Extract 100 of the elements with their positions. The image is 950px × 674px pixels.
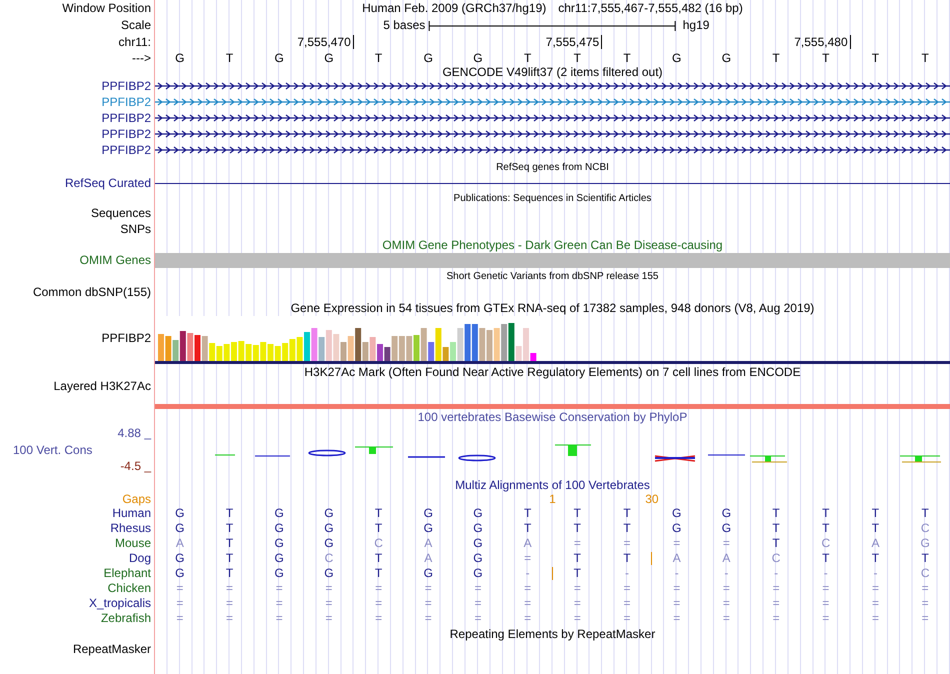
base-letter: =: [673, 582, 680, 595]
base-letter: =: [673, 597, 680, 610]
base-letter: =: [524, 612, 532, 625]
base-letter: =: [922, 612, 929, 625]
base-letter: G: [175, 567, 185, 580]
base-letter: T: [772, 537, 780, 550]
base-letter: =: [574, 537, 581, 550]
base-letter: G: [722, 522, 732, 535]
base-letter: T: [822, 552, 830, 565]
base-letter: G: [324, 522, 334, 535]
base-letter: =: [624, 612, 631, 625]
base-letter: -: [724, 567, 728, 580]
assembly-name: Human Feb. 2009 (GRCh37/hg19): [362, 2, 546, 15]
base-letter: T: [623, 522, 631, 535]
base-letter: G: [324, 537, 334, 550]
base-letter: G: [274, 522, 284, 535]
track-label: chr11:: [118, 36, 151, 48]
base-letter: =: [524, 582, 532, 595]
track-label: 100 Vert. Cons: [12, 444, 92, 456]
base-letter: =: [176, 597, 184, 610]
assembly-label: hg19: [682, 19, 710, 32]
base-letter: G: [424, 567, 433, 580]
track-title: Repeating Elements by RepeatMasker: [450, 628, 656, 640]
base-letter: =: [325, 612, 332, 625]
base-letter: C: [374, 537, 383, 550]
base-letter: G: [920, 537, 930, 550]
base-letter: =: [474, 597, 482, 610]
track-label: Layered H3K27Ac: [54, 380, 151, 393]
base-letter: -: [774, 567, 778, 580]
base-letter: =: [722, 612, 730, 625]
base-letter: =: [325, 597, 332, 610]
base-letter: G: [424, 507, 433, 520]
base-letter: T: [921, 507, 929, 520]
base-letter: T: [574, 552, 582, 565]
base-letter: T: [872, 507, 880, 520]
base-letter: C: [920, 567, 930, 580]
base-letter: G: [473, 567, 483, 580]
strand-label: --->: [132, 52, 151, 64]
track-title: Publications: Sequences in Scientific Articles: [454, 192, 652, 204]
base-letter: T: [374, 522, 382, 535]
gene-label: PPFIBP2: [102, 144, 151, 156]
base-letter: =: [276, 597, 283, 610]
track-title: GENCODE V49lift37 (2 items filtered out): [442, 66, 663, 78]
base-letter: =: [424, 582, 432, 595]
base-letter: =: [822, 612, 830, 625]
species-label: Dog: [128, 552, 151, 565]
track-label: RepeatMasker: [72, 643, 151, 656]
track-label: Window Position: [62, 2, 151, 15]
base-letter: A: [871, 537, 880, 550]
base-letter: T: [921, 552, 929, 565]
base-letter: =: [226, 597, 234, 610]
base-letter: =: [624, 582, 631, 595]
base-letter: G: [672, 522, 682, 535]
track-label: Scale: [120, 19, 151, 32]
base-letter: =: [722, 537, 730, 550]
base-letter: =: [722, 597, 730, 610]
base-letter: T: [574, 52, 582, 64]
base-letter: -: [674, 567, 679, 580]
species-label: Human: [112, 507, 151, 520]
base-letter: T: [524, 522, 532, 535]
species-label: Elephant: [104, 567, 151, 580]
base-letter: G: [324, 507, 334, 520]
axis-min-label: -4.5 _: [120, 460, 151, 473]
base-letter: T: [524, 52, 532, 64]
base-letter: T: [374, 567, 382, 580]
base-letter: T: [623, 52, 631, 64]
track-title: Multiz Alignments of 100 Vertebrates: [455, 478, 650, 492]
base-letter: G: [672, 507, 682, 520]
species-label: Mouse: [114, 537, 151, 550]
base-letter: T: [623, 552, 631, 565]
base-letter: =: [276, 582, 283, 595]
track-label: Sequences: [90, 207, 151, 220]
track-label: PPFIBP2: [102, 332, 151, 345]
base-letter: G: [473, 522, 483, 535]
base-letter: =: [276, 612, 283, 625]
base-letter: G: [175, 52, 185, 64]
base-letter: =: [872, 612, 879, 625]
base-letter: =: [872, 597, 879, 610]
base-letter: A: [672, 552, 681, 565]
base-letter: G: [274, 552, 284, 565]
base-letter: T: [374, 552, 382, 565]
base-letter: T: [574, 522, 582, 535]
base-letter: G: [324, 52, 334, 64]
base-letter: T: [921, 52, 929, 64]
base-letter: =: [722, 582, 730, 595]
base-letter: =: [176, 582, 184, 595]
axis-max-label: 4.88 _: [118, 427, 151, 440]
base-letter: T: [872, 552, 880, 565]
track-title: H3K27Ac Mark (Often Found Near Active Regulatory Elements) on 7 cell lines from ENCODE: [304, 366, 801, 378]
base-letter: A: [424, 537, 432, 550]
gene-label: PPFIBP2: [102, 96, 151, 108]
base-letter: =: [922, 597, 929, 610]
base-letter: T: [226, 567, 234, 580]
base-letter: G: [424, 52, 433, 64]
base-letter: =: [574, 612, 581, 625]
base-letter: G: [274, 567, 284, 580]
base-letter: G: [473, 552, 483, 565]
base-letter: T: [226, 522, 234, 535]
base-letter: G: [175, 552, 185, 565]
track-label: SNPs: [120, 222, 151, 236]
